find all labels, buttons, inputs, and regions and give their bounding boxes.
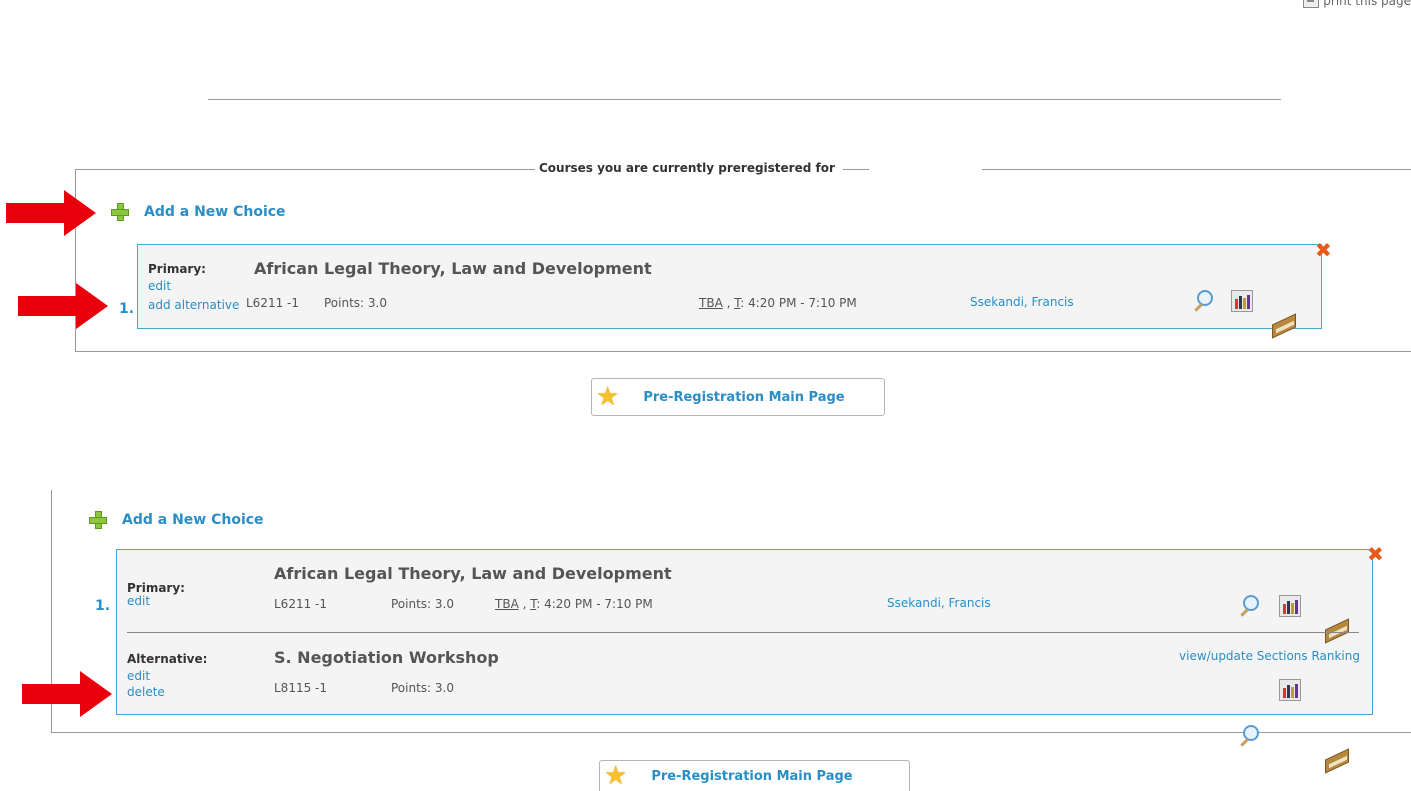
red-arrow-icon: [22, 671, 112, 717]
course-title: African Legal Theory, Law and Developmen…: [254, 259, 652, 278]
star-icon: ★: [604, 761, 628, 791]
course-points: Points: 3.0: [324, 296, 387, 310]
pre-registration-main-page-button[interactable]: ★ Pre-Registration Main Page: [591, 378, 885, 416]
add-new-choice-button[interactable]: Add a New Choice: [88, 510, 264, 530]
primary-label: Primary:: [127, 581, 185, 595]
remove-choice-icon[interactable]: ✖: [1315, 240, 1332, 260]
pre-registration-main-page-button[interactable]: ★ Pre-Registration Main Page: [599, 760, 910, 791]
star-icon: ★: [596, 382, 620, 412]
choice-number: 1.: [95, 598, 111, 614]
course-code: L6211 -1: [274, 597, 328, 611]
instructor-link[interactable]: Ssekandi, Francis: [887, 597, 991, 609]
delete-alternative-link[interactable]: delete: [127, 686, 165, 698]
remove-choice-icon[interactable]: ✖: [1367, 544, 1384, 564]
plus-icon: [110, 202, 130, 222]
book-icon[interactable]: [1323, 748, 1351, 770]
course-schedule: TBA , T: 4:20 PM - 7:10 PM: [495, 597, 653, 611]
print-page-label: print this page: [1323, 0, 1411, 8]
edit-link[interactable]: edit: [127, 595, 150, 607]
add-new-choice-button[interactable]: Add a New Choice: [110, 202, 286, 222]
alternative-course-points: Points: 3.0: [391, 681, 454, 695]
schedule-time: : 4:20 PM - 7:10 PM: [740, 296, 857, 310]
book-icon[interactable]: [1270, 313, 1298, 335]
schedule-separator: ,: [518, 597, 531, 611]
add-new-choice-label: Add a New Choice: [122, 512, 264, 528]
book-icon[interactable]: [1323, 618, 1351, 640]
choice-number: 1.: [119, 301, 135, 317]
alternative-course-code: L8115 -1: [274, 681, 328, 695]
choice-divider: [127, 632, 1359, 633]
add-alternative-link[interactable]: add alternative: [148, 299, 239, 311]
edit-alternative-link[interactable]: edit: [127, 670, 150, 682]
edit-link[interactable]: edit: [148, 280, 171, 292]
magnifier-icon[interactable]: [1237, 723, 1261, 747]
course-schedule: TBA , T: 4:20 PM - 7:10 PM: [699, 296, 857, 310]
schedule-location[interactable]: TBA: [495, 597, 519, 611]
top-divider: [208, 99, 1281, 100]
panel-legend: Courses you are currently preregistered …: [535, 161, 843, 175]
schedule-separator: ,: [722, 296, 735, 310]
books-icon[interactable]: [1231, 290, 1253, 312]
print-page-link[interactable]: print this page: [1303, 0, 1411, 8]
schedule-time: : 4:20 PM - 7:10 PM: [536, 597, 653, 611]
course-points: Points: 3.0: [391, 597, 454, 611]
schedule-location[interactable]: TBA: [699, 296, 723, 310]
printer-icon: [1303, 0, 1320, 8]
alternative-label: Alternative:: [127, 652, 208, 666]
magnifier-icon[interactable]: [1191, 288, 1215, 312]
magnifier-icon[interactable]: [1237, 593, 1261, 617]
course-choice-box: Primary: African Legal Theory, Law and D…: [95, 549, 1373, 741]
red-arrow-icon: [6, 190, 96, 236]
instructor-link[interactable]: Ssekandi, Francis: [970, 296, 1074, 308]
add-new-choice-label: Add a New Choice: [144, 204, 286, 220]
alternative-course-title: S. Negotiation Workshop: [274, 648, 499, 667]
primary-label: Primary:: [148, 262, 206, 276]
books-icon[interactable]: [1279, 595, 1301, 617]
main-page-button-label: Pre-Registration Main Page: [643, 389, 845, 405]
view-update-ranking-link[interactable]: view/update Sections Ranking: [1179, 650, 1360, 662]
legend-gap: [869, 165, 982, 173]
course-title: African Legal Theory, Law and Developmen…: [274, 564, 672, 583]
course-code: L6211 -1: [246, 296, 300, 310]
course-choice-box: Primary: African Legal Theory, Law and D…: [119, 244, 1322, 329]
plus-icon: [88, 510, 108, 530]
red-arrow-icon: [18, 283, 108, 329]
books-icon[interactable]: [1279, 679, 1301, 701]
main-page-button-label: Pre-Registration Main Page: [651, 769, 853, 784]
